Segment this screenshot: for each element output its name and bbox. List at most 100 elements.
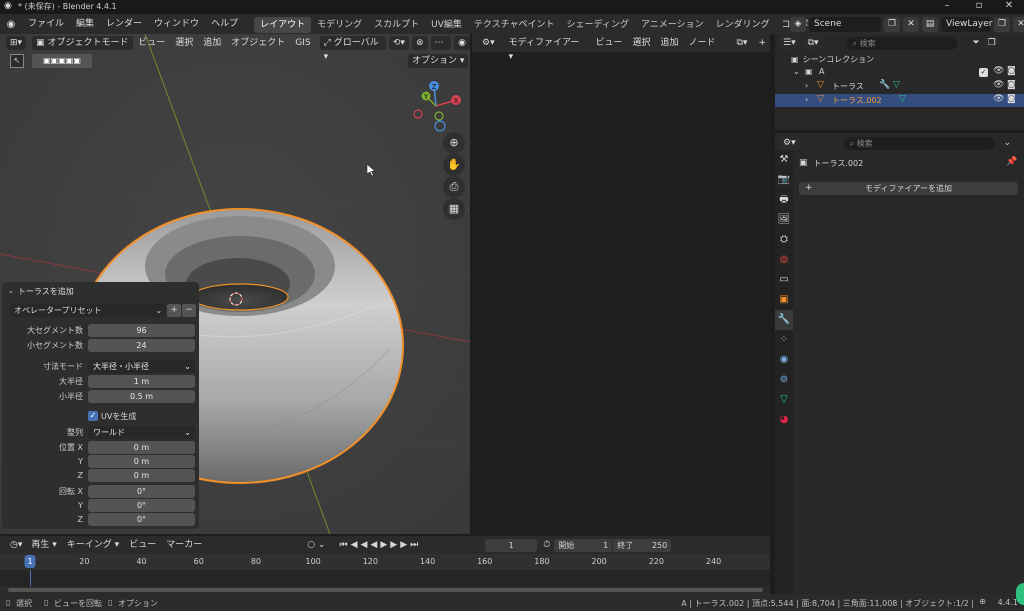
- snap-target-icon[interactable]: ⋯▾: [430, 36, 452, 62]
- navigation-gizmo[interactable]: X Z Y: [412, 80, 464, 132]
- location-z-field[interactable]: 0 m: [88, 469, 195, 482]
- viewport-menu-object[interactable]: オブジェクト: [226, 34, 290, 52]
- tab-texture-paint[interactable]: テクスチャペイント: [468, 17, 561, 33]
- timeline-ruler[interactable]: 1 20 40 60 80 100 120 140 160 180 200 220 240: [0, 554, 770, 570]
- camera-icon[interactable]: ◙: [1007, 80, 1016, 90]
- options-dropdown[interactable]: オプション ▾: [408, 54, 469, 68]
- timeline-scroll-thumb[interactable]: [8, 588, 763, 592]
- eye-icon[interactable]: 👁: [993, 94, 1004, 104]
- start-frame-field[interactable]: 開始 1: [554, 538, 613, 552]
- tab-uv-editing[interactable]: UV編集: [425, 17, 468, 33]
- filter-icon[interactable]: ⏷: [973, 38, 980, 48]
- node-editor-type-icon[interactable]: ⚙▾: [478, 36, 499, 50]
- properties-search-input[interactable]: ⌕ 検索: [843, 136, 994, 150]
- timeline-menu-keying[interactable]: キーイング ▾: [62, 536, 124, 554]
- chevron-right-icon[interactable]: ›: [805, 81, 808, 90]
- tab-rendering[interactable]: レンダリング: [710, 17, 776, 33]
- camera-icon[interactable]: ◙: [1007, 94, 1016, 104]
- rotation-x-field[interactable]: 0°: [88, 485, 195, 498]
- minimize-icon[interactable]: –: [936, 0, 958, 11]
- rotation-z-field[interactable]: 0°: [88, 513, 195, 526]
- playhead[interactable]: [30, 570, 31, 586]
- view-layer-field[interactable]: ViewLayer: [941, 16, 992, 32]
- camera-icon[interactable]: ◙: [1007, 66, 1016, 76]
- delete-scene-icon[interactable]: ✕: [903, 16, 919, 32]
- timeline-menu-playback[interactable]: 再生 ▾: [26, 536, 61, 554]
- outliner-type-icon[interactable]: ☰▾: [779, 36, 800, 50]
- view-layer-tab-icon[interactable]: 🖼: [775, 210, 793, 230]
- stopwatch-icon[interactable]: ⏱: [543, 540, 550, 550]
- close-icon[interactable]: ✕: [998, 0, 1020, 11]
- view-layer-icon[interactable]: ▤: [922, 16, 938, 32]
- timeline-menu-marker[interactable]: マーカー: [161, 536, 207, 554]
- timeline-scrollbar[interactable]: [0, 586, 770, 594]
- editor-type-icon[interactable]: ⊞▾: [6, 36, 27, 50]
- output-tab-icon[interactable]: 🖶: [775, 190, 793, 210]
- pivot-icon[interactable]: ⟲▾: [388, 36, 409, 50]
- constraints-tab-icon[interactable]: ⊚: [775, 370, 793, 390]
- menu-help[interactable]: ヘルプ: [205, 14, 244, 34]
- chevron-down-icon[interactable]: ⌄: [793, 67, 800, 76]
- mesh-data-icon[interactable]: ▽: [899, 94, 906, 104]
- remove-preset-icon[interactable]: −: [182, 304, 196, 317]
- eye-icon[interactable]: 👁: [993, 66, 1004, 76]
- dimensions-mode-dropdown[interactable]: 大半径・小半径 ⌄: [88, 360, 195, 373]
- autokey-record-icon[interactable]: ○ ⌄: [307, 540, 325, 550]
- maximize-icon[interactable]: ▫: [968, 0, 990, 11]
- mode-dropdown[interactable]: ▣ オブジェクトモード ▾: [32, 36, 134, 62]
- chevron-right-icon[interactable]: ›: [805, 95, 808, 104]
- rotation-y-field[interactable]: 0°: [88, 499, 195, 512]
- major-segments-field[interactable]: 96: [88, 324, 195, 337]
- collapse-icon[interactable]: ⌄: [8, 287, 14, 295]
- physics-tab-icon[interactable]: ◉: [775, 350, 793, 370]
- display-mode-icon[interactable]: ⧉▾: [803, 36, 823, 50]
- end-frame-field[interactable]: 終了 250: [613, 538, 672, 552]
- node-tree-type-dropdown[interactable]: モディファイアー ▾: [504, 36, 591, 62]
- node-menu-add[interactable]: 追加: [655, 34, 683, 52]
- node-menu-select[interactable]: 選択: [627, 34, 655, 52]
- tab-shading[interactable]: シェーディング: [561, 17, 635, 33]
- tab-layout[interactable]: レイアウト: [254, 17, 312, 33]
- modifier-wrench-icon[interactable]: 🔧: [879, 80, 890, 90]
- location-x-field[interactable]: 0 m: [88, 441, 195, 454]
- zoom-icon[interactable]: ⊕: [443, 132, 465, 154]
- operator-preset-dropdown[interactable]: オペレータープリセット ⌄: [10, 304, 166, 317]
- modifier-tab-icon[interactable]: 🔧: [775, 310, 793, 330]
- proportional-edit-icon[interactable]: ◉: [454, 36, 470, 50]
- exclude-checkbox[interactable]: ✓: [979, 68, 988, 77]
- render-tab-icon[interactable]: 📷: [775, 170, 793, 190]
- scene-name-field[interactable]: Scene: [809, 16, 881, 32]
- new-collection-icon[interactable]: ❐: [983, 36, 1000, 50]
- timeline-menu-view[interactable]: ビュー: [124, 536, 161, 554]
- major-radius-field[interactable]: 1 m: [88, 375, 195, 388]
- tab-modeling[interactable]: モデリング: [311, 17, 368, 33]
- pin-options-icon[interactable]: ⌄: [1004, 138, 1012, 148]
- viewport-menu-view[interactable]: ビュー: [133, 34, 170, 52]
- add-modifier-button[interactable]: + モディファイアーを追加: [799, 182, 1018, 195]
- node-editor-area[interactable]: [472, 34, 770, 534]
- mesh-data-icon[interactable]: ▽: [893, 80, 900, 90]
- menu-file[interactable]: ファイル: [22, 14, 70, 34]
- viewport-menu-gis[interactable]: GIS: [290, 34, 315, 52]
- blender-menu-icon[interactable]: ◉: [0, 19, 22, 30]
- pan-hand-icon[interactable]: ✋: [443, 154, 465, 176]
- minor-radius-field[interactable]: 0.5 m: [88, 390, 195, 403]
- node-menu-view[interactable]: ビュー: [590, 34, 627, 52]
- collection-row[interactable]: ⌄ ▣ A ✓ 👁 ◙: [775, 66, 1024, 79]
- orientation-dropdown[interactable]: ⤢ グローバル ▾: [319, 36, 386, 62]
- camera-view-icon[interactable]: ⎙: [443, 176, 465, 198]
- snap-icon[interactable]: ⊗: [411, 36, 428, 50]
- outliner-search-input[interactable]: ⌕ 検索: [846, 36, 957, 50]
- tab-animation[interactable]: アニメーション: [635, 17, 710, 33]
- perspective-grid-icon[interactable]: ▦: [443, 198, 465, 220]
- pin-icon[interactable]: 📌: [1006, 157, 1017, 167]
- viewport-menu-add[interactable]: 追加: [198, 34, 226, 52]
- scene-collection-row[interactable]: ▣ シーンコレクション: [791, 53, 874, 65]
- world-tab-icon[interactable]: ◍: [775, 250, 793, 270]
- scene-tab-icon[interactable]: ⛭: [775, 230, 793, 250]
- outliner-item-torus[interactable]: › ▽ トーラス 🔧 ▽ 👁 ◙: [775, 80, 1024, 93]
- menu-window[interactable]: ウィンドウ: [148, 14, 205, 34]
- playback-controls-icon[interactable]: ⏮◀◀◀▶▶▶⏭: [339, 540, 421, 550]
- properties-type-icon[interactable]: ⚙▾: [779, 136, 800, 150]
- node-group-icon[interactable]: ⧉▾: [732, 36, 752, 50]
